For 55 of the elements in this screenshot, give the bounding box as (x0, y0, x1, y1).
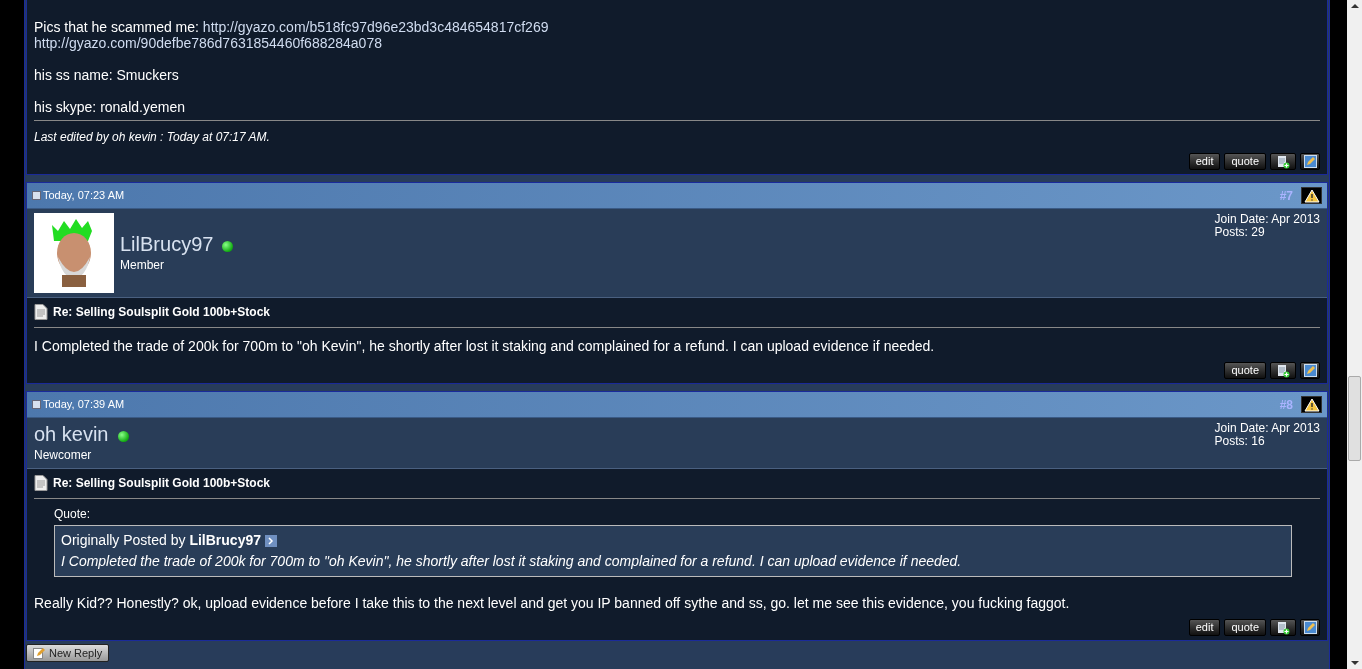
post-icon (32, 400, 41, 409)
post-count: Posts: 29 (1214, 226, 1266, 239)
post-icon (32, 191, 41, 200)
post-message: I Completed the trade of 200k for 700m to "oh Kevin", he shortly after lost it staking and complained for a refund. I can upload evidence if needed. (34, 337, 936, 356)
link[interactable]: http://gyazo.com/b518fc97d96e23bd3c484654817cf269 (202, 19, 549, 35)
post-button[interactable]: edit (1188, 153, 1221, 170)
join-date: Join Date: Apr 2013 (1214, 213, 1320, 226)
warning-icon (1303, 397, 1320, 412)
document-icon (34, 304, 48, 320)
post-title: Re: Selling Soulsplit Gold 100b+Stock (53, 304, 271, 321)
report-button[interactable] (1301, 187, 1322, 204)
quote-attribution: Originally Posted by LilBrucy97 (61, 531, 261, 550)
multiquote-button[interactable] (1270, 153, 1296, 170)
quote-text: I Completed the trade of 200k for 700m to "oh Kevin", he shortly after lost it staking and complained for a refund. I can upload evidence if needed. (61, 552, 963, 571)
message-text: his skype: ronald.yemen (34, 99, 185, 115)
quick-reply-button[interactable] (1300, 362, 1320, 379)
edit-icon (1303, 364, 1317, 377)
username[interactable]: oh kevin (34, 422, 109, 446)
post-button[interactable]: edit (1188, 619, 1221, 636)
link[interactable]: http://gyazo.com/90defbe786d7631854460f688284a078 (34, 35, 382, 51)
view-post-button[interactable] (265, 534, 277, 547)
post-title: Re: Selling Soulsplit Gold 100b+Stock (53, 475, 271, 492)
scroll-thumb[interactable] (1348, 376, 1361, 461)
quick-reply-button[interactable] (1300, 619, 1320, 636)
post-date: Today, 07:39 AM (43, 397, 125, 413)
post-date: Today, 07:23 AM (43, 188, 125, 204)
document-plus-icon (1276, 363, 1290, 378)
post-button[interactable]: quote (1224, 362, 1266, 379)
post-count: Posts: 16 (1214, 435, 1266, 448)
new-reply-button[interactable]: New Reply (26, 644, 110, 662)
multiquote-button[interactable] (1270, 619, 1296, 636)
user-rank: Newcomer (34, 447, 93, 464)
message-text: his ss name: Smuckers (34, 67, 179, 83)
pencil-icon (33, 647, 45, 659)
document-plus-icon (1276, 154, 1290, 169)
document-icon (34, 475, 48, 491)
edit-icon (1303, 621, 1317, 634)
username[interactable]: LilBrucy97 (120, 232, 214, 256)
quick-reply-button[interactable] (1300, 153, 1320, 170)
document-plus-icon (1276, 620, 1290, 635)
edit-icon (1303, 155, 1317, 168)
join-date: Join Date: Apr 2013 (1214, 422, 1320, 435)
post-button[interactable]: quote (1224, 153, 1266, 170)
warning-icon (1303, 188, 1320, 203)
scroll-down-icon (1350, 661, 1359, 665)
edit-note: Last edited by oh kevin : Today at 07:17 AM. (34, 130, 270, 144)
post-button[interactable]: quote (1224, 619, 1266, 636)
user-rank: Member (120, 257, 165, 274)
scrollbar[interactable] (1347, 0, 1362, 669)
scroll-up-icon (1350, 4, 1359, 8)
message-text: Pics that he scammed me: (34, 19, 200, 35)
post-message: Really Kid?? Honestly? ok, upload evidence before I take this to the next level and get you IP banned off sythe and ss, go. let me see this evidence, you fucking faggot. (34, 594, 1071, 613)
quote-label: Quote: (54, 506, 92, 523)
multiquote-button[interactable] (1270, 362, 1296, 379)
report-button[interactable] (1301, 396, 1322, 413)
